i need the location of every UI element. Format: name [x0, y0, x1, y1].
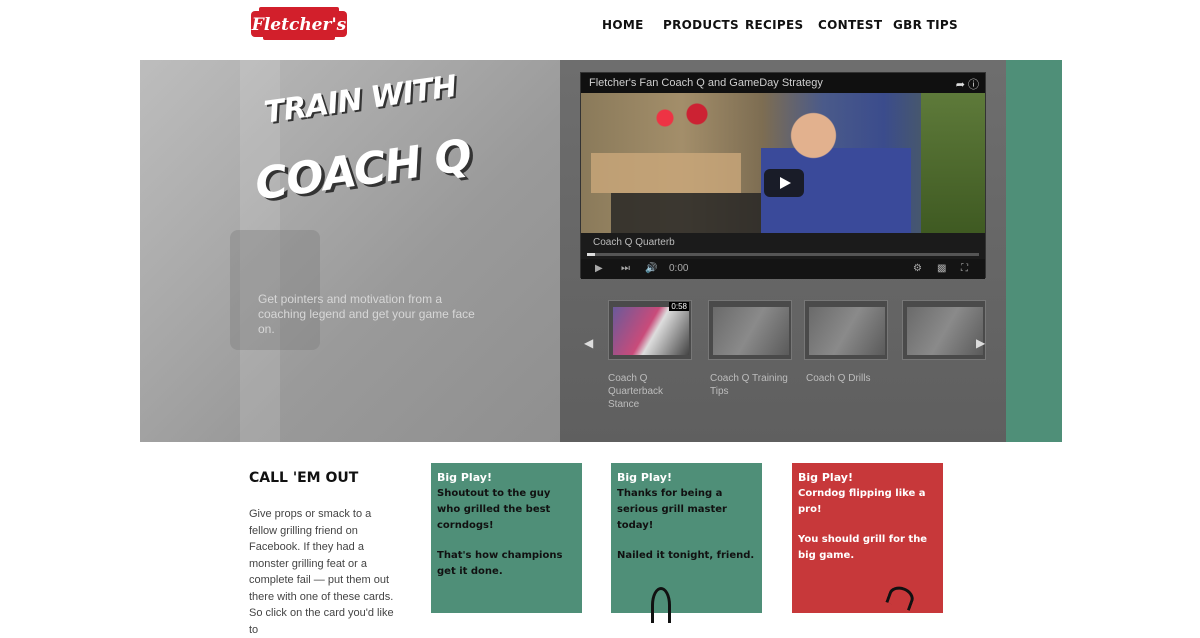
- thumbnail-duration: 0:58: [669, 302, 689, 311]
- card-illustration: [885, 583, 917, 611]
- video-frame[interactable]: [581, 93, 985, 233]
- video-caption: Coach Q Quarterb: [593, 237, 675, 248]
- video-time: 0:00: [669, 263, 689, 274]
- card-subline: That's how champions get it done.: [437, 550, 563, 577]
- video-scene-coach: [761, 103, 911, 233]
- video-scene-tree: [921, 93, 985, 233]
- card-subline: Nailed it tonight, friend.: [617, 550, 755, 561]
- fullscreen-icon[interactable]: ⛶: [961, 263, 968, 274]
- play-button[interactable]: [764, 169, 804, 197]
- info-icon[interactable]: ⓘ: [968, 79, 979, 91]
- video-scene-flowers: [641, 98, 721, 138]
- thumbnail-image: [907, 307, 983, 355]
- video-thumbnail[interactable]: [804, 300, 888, 360]
- e-card-1[interactable]: Big Play! Shoutout to the guy who grille…: [431, 463, 582, 613]
- player-controls: ▶ ⏭ 🔊 0:00 ⚙ ▩ ⛶: [581, 259, 985, 279]
- chevron-right-icon[interactable]: ▶: [976, 336, 985, 350]
- video-player[interactable]: Fletcher's Fan Coach Q and GameDay Strat…: [580, 72, 986, 279]
- video-progress-bar[interactable]: [587, 253, 979, 256]
- site-header: Fletcher's HOME PRODUCTS RECIPES CONTEST…: [0, 0, 1200, 60]
- share-icon[interactable]: ➦: [956, 79, 965, 91]
- nav-recipes[interactable]: RECIPES: [745, 18, 818, 32]
- nav-gbr-tips[interactable]: GBR TIPS: [893, 18, 958, 32]
- chevron-left-icon[interactable]: ◀: [584, 336, 593, 350]
- play-icon[interactable]: ▶: [595, 263, 603, 274]
- card-headline: Thanks for being a serious grill master …: [617, 488, 727, 531]
- settings-icon[interactable]: ⚙: [913, 263, 922, 274]
- captions-icon[interactable]: ▩: [937, 263, 946, 274]
- main-nav: HOME PRODUCTS RECIPES CONTEST GBR TIPS: [600, 18, 958, 32]
- video-scene-grill: [611, 193, 761, 233]
- e-card-3[interactable]: Big Play! Corndog flipping like a pro! Y…: [792, 463, 943, 613]
- card-tag: Big Play!: [437, 471, 492, 484]
- video-thumbnail[interactable]: [708, 300, 792, 360]
- hero-accent-bar: [1006, 60, 1062, 442]
- card-illustration: [651, 587, 671, 623]
- card-tag: Big Play!: [798, 471, 853, 484]
- card-headline: Corndog flipping like a pro!: [798, 488, 926, 515]
- thumbnail-label[interactable]: Coach Q Drills: [806, 372, 892, 385]
- card-tag: Big Play!: [617, 471, 672, 484]
- video-thumbnail[interactable]: 0:58: [608, 300, 692, 360]
- nav-products[interactable]: PRODUCTS: [663, 18, 745, 32]
- logo-text: Fletcher's: [251, 15, 347, 35]
- video-title[interactable]: Fletcher's Fan Coach Q and GameDay Strat…: [589, 77, 823, 89]
- next-icon[interactable]: ⏭: [621, 263, 630, 274]
- hero-description: Get pointers and motivation from a coach…: [258, 292, 475, 336]
- thumbnail-image: [809, 307, 885, 355]
- thumbnail-image: [613, 307, 689, 355]
- e-card-2[interactable]: Big Play! Thanks for being a serious gri…: [611, 463, 762, 623]
- video-scene-shelf: [591, 153, 741, 193]
- thumbnail-label[interactable]: Coach Q Training Tips: [710, 372, 796, 398]
- video-thumbnail[interactable]: [902, 300, 986, 360]
- video-progress-fill: [587, 253, 595, 256]
- nav-contest[interactable]: CONTEST: [818, 18, 893, 32]
- fletchers-logo[interactable]: Fletcher's: [249, 5, 349, 41]
- thumbnail-image: [713, 307, 789, 355]
- nav-home[interactable]: HOME: [602, 18, 663, 32]
- call-em-out-heading: CALL 'EM OUT: [249, 470, 359, 486]
- hero-banner: TRAIN WITH COACH Q Get pointers and moti…: [140, 60, 1062, 442]
- player-title-bar: Fletcher's Fan Coach Q and GameDay Strat…: [581, 73, 985, 93]
- card-headline: Shoutout to the guy who grilled the best…: [437, 488, 551, 531]
- thumbnail-label[interactable]: Coach Q Quarterback Stance: [608, 372, 694, 411]
- video-thumbnail-carousel: ◀ 0:58 ▶ Coach Q Quarterback Stance Coac…: [580, 296, 986, 410]
- player-top-icons: ➦ ⓘ: [956, 76, 979, 92]
- call-em-out-text: Give props or smack to a fellow grilling…: [249, 508, 394, 636]
- card-subline: You should grill for the big game.: [798, 534, 928, 561]
- volume-icon[interactable]: 🔊: [645, 263, 657, 274]
